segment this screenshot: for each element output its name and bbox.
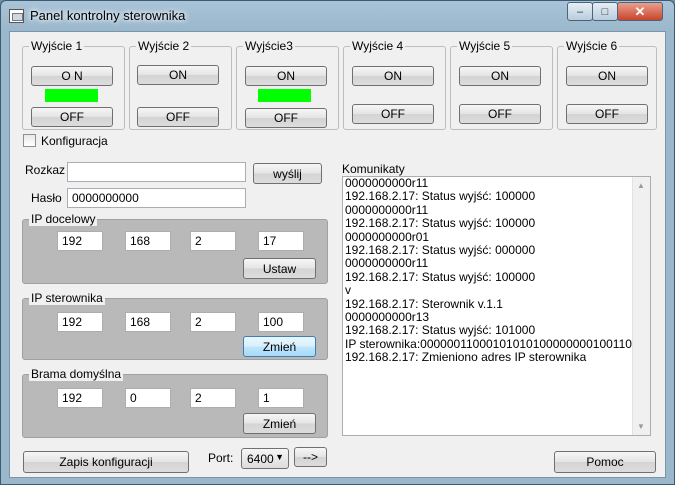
gateway-title: Brama domyślna <box>29 367 124 381</box>
output-group-1: Wyjście 1 O N OFF <box>22 39 125 130</box>
close-button[interactable]: ✕ <box>617 2 663 21</box>
output-3-off-button[interactable]: OFF <box>245 108 327 128</box>
message-line: v <box>345 283 351 298</box>
messages-log[interactable]: 0000000000r11 192.168.2.17: Status wyjść:… <box>342 176 651 436</box>
output-group-2: Wyjście 2 ON OFF <box>129 39 232 130</box>
output-5-on-button[interactable]: ON <box>459 66 541 86</box>
output-label: Wyjście 6 <box>564 39 620 53</box>
controller-ip-octet-2[interactable] <box>125 312 171 332</box>
output-2-on-button[interactable]: ON <box>137 65 219 85</box>
gateway-octet-3[interactable] <box>190 388 236 408</box>
message-line: 192.168.2.17: Zmieniono adres IP sterown… <box>345 350 587 365</box>
controller-ip-octet-1[interactable] <box>57 312 103 332</box>
scroll-down-arrow-icon[interactable]: ▼ <box>633 418 649 435</box>
title-bar[interactable]: Panel kontrolny sterownika – □ ✕ <box>1 1 674 31</box>
message-line: 0000000000r01 <box>345 229 430 244</box>
output-group-6: Wyjście 6 ON OFF <box>557 39 657 130</box>
maximize-button[interactable]: □ <box>592 2 618 21</box>
message-line: 0000000000r11 <box>345 256 429 271</box>
output-group-3: Wyjście3 ON OFF <box>236 39 339 130</box>
output-4-off-button[interactable]: OFF <box>352 104 434 124</box>
message-line: 0000000000r11 <box>345 176 429 190</box>
controller-ip-octet-4[interactable] <box>258 312 304 332</box>
output-6-on-button[interactable]: ON <box>566 66 648 86</box>
change-controller-ip-button[interactable]: Zmień <box>243 336 316 357</box>
help-button[interactable]: Pomoc <box>554 451 656 473</box>
output-1-off-button[interactable]: OFF <box>31 107 113 127</box>
password-input[interactable] <box>67 188 246 208</box>
dropdown-arrow-icon: ▼ <box>275 452 284 462</box>
gateway-octet-4[interactable] <box>258 388 304 408</box>
output-2-off-button[interactable]: OFF <box>137 107 219 127</box>
target-ip-title: IP docelowy <box>29 212 98 226</box>
port-select[interactable]: 6400 ▼ <box>241 448 289 469</box>
message-line: 192.168.2.17: Status wyjść: 000000 <box>345 243 536 258</box>
window-title: Panel kontrolny sterownika <box>30 8 186 23</box>
minimize-button[interactable]: – <box>567 2 593 21</box>
message-line: 0000000000r13 <box>345 310 430 325</box>
output-3-status-indicator <box>258 89 311 102</box>
gateway-group: Brama domyślna Zmień <box>22 367 328 438</box>
output-label: Wyjście3 <box>243 39 295 53</box>
output-1-on-button[interactable]: O N <box>31 66 113 86</box>
config-checkbox-label: Konfiguracja <box>41 134 108 148</box>
save-config-button[interactable]: Zapis konfiguracji <box>23 451 189 473</box>
password-label: Hasło <box>31 191 62 205</box>
message-line: 192.168.2.17: Sterownik v.1.1 <box>345 296 503 311</box>
app-icon <box>9 9 24 23</box>
port-label: Port: <box>208 451 234 465</box>
target-ip-octet-4[interactable] <box>258 231 304 251</box>
target-ip-octet-2[interactable] <box>125 231 171 251</box>
controller-ip-title: IP sterownika <box>29 291 105 305</box>
command-label: Rozkaz <box>25 163 66 177</box>
set-target-ip-button[interactable]: Ustaw <box>243 258 316 279</box>
message-line: 192.168.2.17: Status wyjść: 100000 <box>345 269 536 284</box>
target-ip-octet-3[interactable] <box>190 231 236 251</box>
send-button[interactable]: wyślij <box>253 163 322 184</box>
output-1-status-indicator <box>45 89 98 102</box>
gateway-octet-2[interactable] <box>125 388 171 408</box>
message-line: 192.168.2.17: Status wyjść: 100000 <box>345 189 536 204</box>
messages-label: Komunikaty <box>342 162 405 176</box>
messages-lines: 0000000000r11 192.168.2.17: Status wyjść:… <box>343 177 650 365</box>
client-area: Wyjście 1 O N OFF Wyjście 2 ON OFF Wyjśc… <box>9 31 666 478</box>
output-3-on-button[interactable]: ON <box>245 66 327 86</box>
output-label: Wyjście 5 <box>457 39 513 53</box>
output-group-4: Wyjście 4 ON OFF <box>343 39 446 130</box>
output-label: Wyjście 1 <box>29 39 85 53</box>
message-line: 0000000000r11 <box>345 202 429 217</box>
messages-scrollbar[interactable]: ▲ ▼ <box>632 177 650 435</box>
output-label: Wyjście 4 <box>350 39 406 53</box>
controller-ip-group: IP sterownika Zmień <box>22 291 328 360</box>
message-line: 192.168.2.17: Status wyjść: 100000 <box>345 216 536 231</box>
output-6-off-button[interactable]: OFF <box>566 104 648 124</box>
target-ip-octet-1[interactable] <box>57 231 103 251</box>
app-window: Panel kontrolny sterownika – □ ✕ Wyjście… <box>0 0 675 485</box>
scroll-up-arrow-icon[interactable]: ▲ <box>633 177 649 194</box>
target-ip-group: IP docelowy Ustaw <box>22 212 328 284</box>
config-checkbox[interactable] <box>23 134 36 147</box>
port-value: 6400 <box>247 452 274 466</box>
output-4-on-button[interactable]: ON <box>352 66 434 86</box>
change-gateway-button[interactable]: Zmień <box>243 413 316 434</box>
output-5-off-button[interactable]: OFF <box>459 104 541 124</box>
go-button[interactable]: --> <box>294 447 327 467</box>
message-line: IP sterownika:00000011000101010100000000… <box>345 336 632 351</box>
gateway-octet-1[interactable] <box>57 388 103 408</box>
message-line: 192.168.2.17: Status wyjść: 101000 <box>345 323 536 338</box>
command-input[interactable] <box>67 162 246 182</box>
output-label: Wyjście 2 <box>136 39 192 53</box>
controller-ip-octet-3[interactable] <box>190 312 236 332</box>
output-group-5: Wyjście 5 ON OFF <box>450 39 553 130</box>
